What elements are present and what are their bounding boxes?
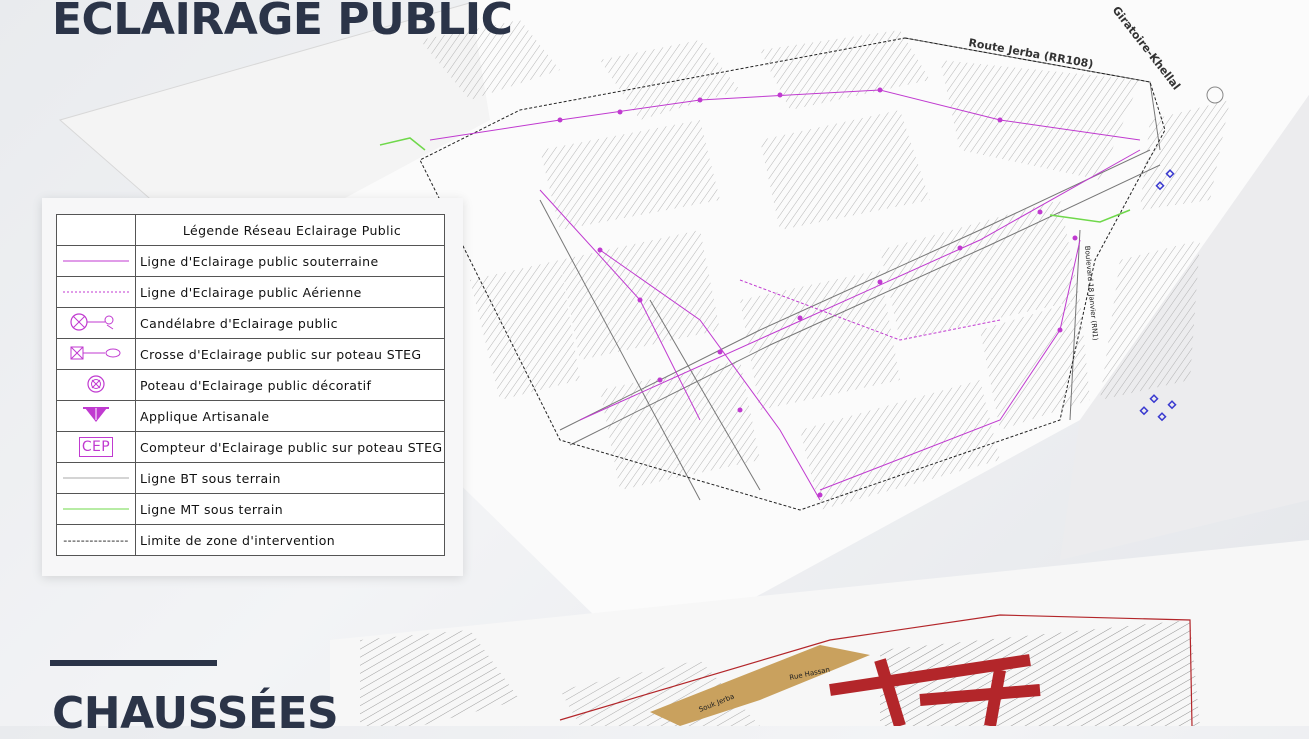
section-divider [50,660,217,666]
cep-box-icon: CEP [78,437,114,457]
magenta-dashed-line-icon [63,291,129,292]
legend-row: Ligne BT sous terrain [56,462,445,494]
legend-row: CEP Compteur d'Eclairage public sur pote… [56,431,445,463]
legend-row: Crosse d'Eclairage public sur poteau STE… [56,338,445,370]
legend-table: Légende Réseau Eclairage Public Ligne d'… [56,214,445,556]
grey-line-icon [63,477,129,478]
legend-card: Légende Réseau Eclairage Public Ligne d'… [42,198,463,576]
black-dashed-line-icon: --------------- [56,524,136,556]
legend-row: --------------- Limite de zone d'interve… [56,524,445,556]
page-title: ECLAIRAGE PUBLIC [52,0,513,45]
legend-row: Poteau d'Eclairage public décoratif [56,369,445,401]
legend-row: Applique Artisanale [56,400,445,432]
legend-label: Crosse d'Eclairage public sur poteau STE… [135,338,445,370]
legend-label: Ligne d'Eclairage public souterraine [135,245,445,277]
legend-label: Ligne d'Eclairage public Aérienne [135,276,445,308]
candelabre-icon [70,312,114,331]
green-line-icon [63,508,129,509]
legend-row: Ligne d'Eclairage public souterraine [56,245,445,277]
legend-row: Ligne MT sous terrain [56,493,445,525]
legend-label: Poteau d'Eclairage public décoratif [135,369,445,401]
magenta-solid-line-icon [63,260,129,261]
legend-label: Limite de zone d'intervention [135,524,445,556]
legend-row: Candélabre d'Eclairage public [56,307,445,339]
crosse-icon [70,346,121,359]
section-title: CHAUSSÉES [52,688,339,739]
applique-icon [83,406,109,422]
legend-label: Ligne BT sous terrain [135,462,445,494]
legend-title: Légende Réseau Eclairage Public [135,214,445,246]
legend-label: Applique Artisanale [135,400,445,432]
legend-label: Candélabre d'Eclairage public [135,307,445,339]
legend-title-row: Légende Réseau Eclairage Public [56,214,445,246]
legend-label: Ligne MT sous terrain [135,493,445,525]
legend-label: Compteur d'Eclairage public sur poteau S… [135,431,445,463]
legend-row: Ligne d'Eclairage public Aérienne [56,276,445,308]
poteau-decoratif-icon [87,374,105,393]
